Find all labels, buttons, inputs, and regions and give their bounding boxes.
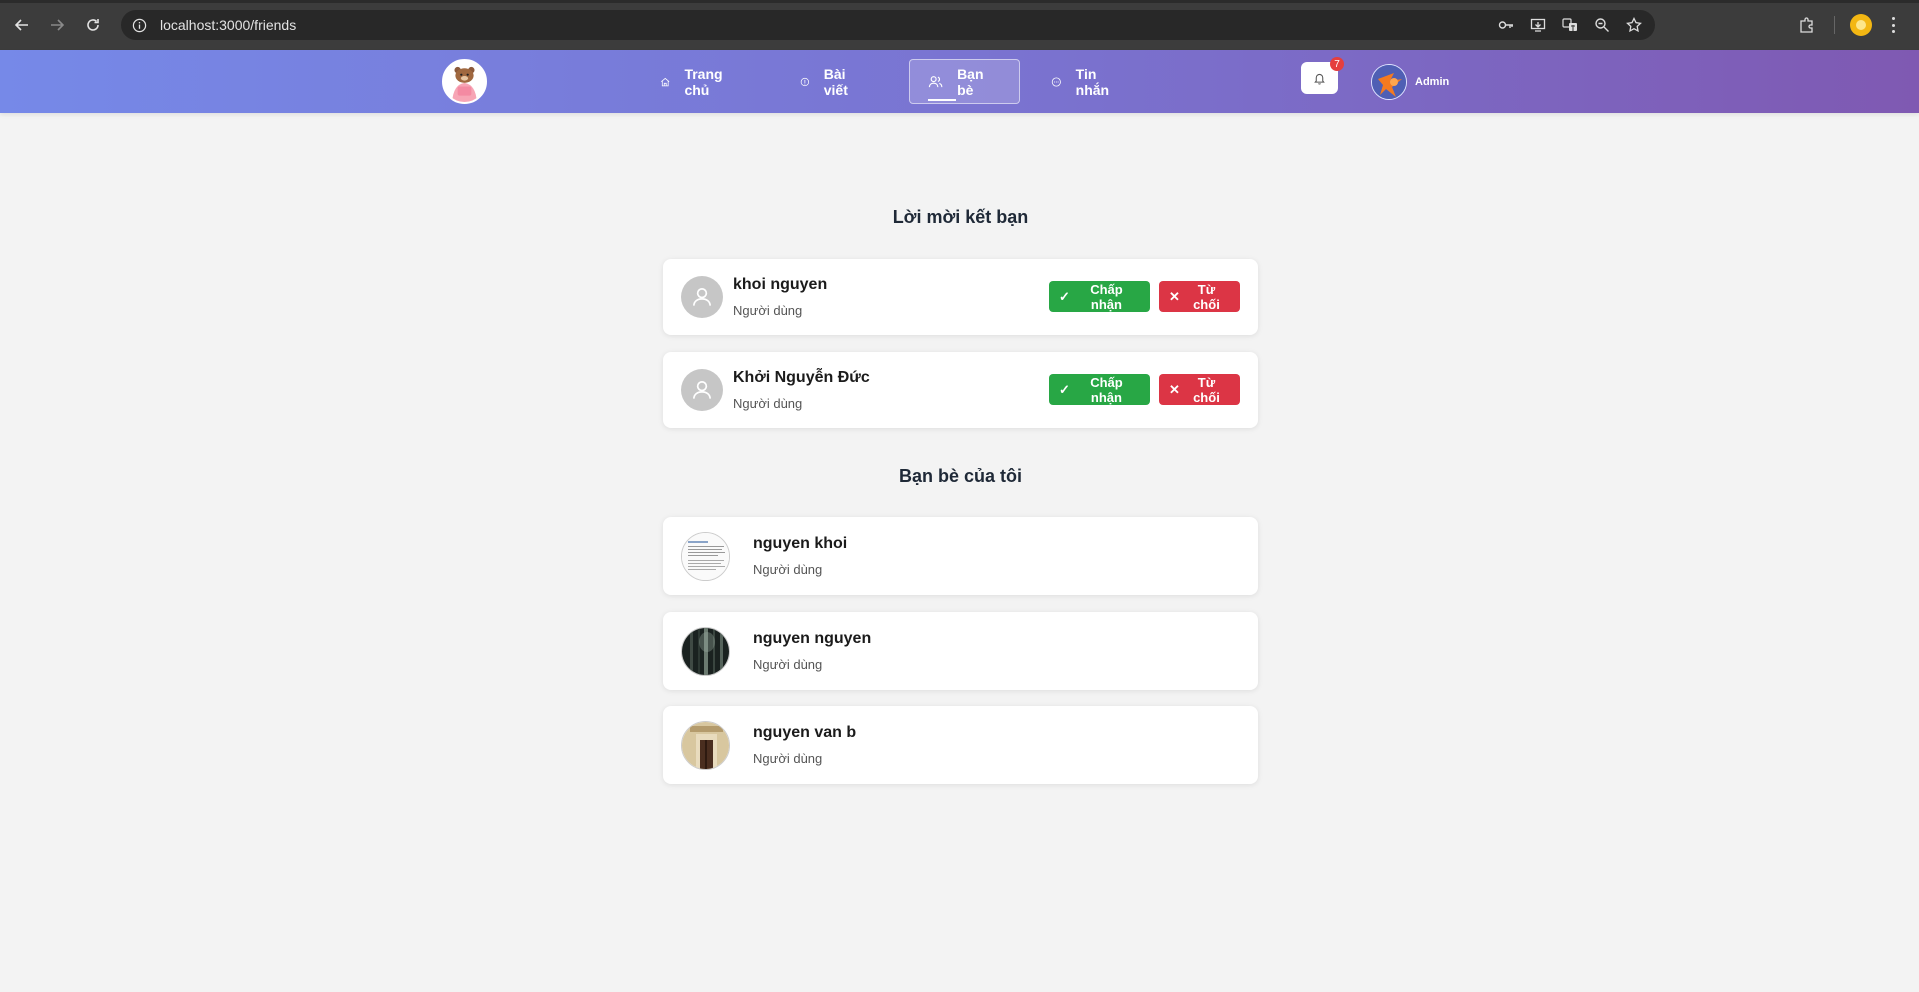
request-role: Người dùng [733,396,803,411]
back-icon[interactable] [9,12,35,38]
accept-button[interactable]: ✓ Chấp nhận [1049,374,1150,405]
toolbar-separator [1834,16,1835,34]
document-thumbnail [682,532,729,580]
close-icon: ✕ [1169,381,1180,397]
reject-button[interactable]: ✕ Từ chối [1159,374,1240,405]
accept-label: Chấp nhận [1090,374,1123,405]
accept-label: Chấp nhận [1090,281,1123,312]
forest-photo [682,627,729,675]
friend-avatar[interactable] [681,626,730,676]
default-avatar [681,276,723,318]
user-name: Admin [1415,76,1450,88]
bear-logo-icon [444,61,485,102]
friend-card[interactable]: nguyen nguyen Người dùng [663,612,1258,690]
nav-item-home[interactable]: Trang chủ [660,59,728,104]
browser-menu-icon[interactable] [1890,14,1896,36]
friend-avatar[interactable] [681,720,730,770]
nav-item-friends[interactable]: Bạn bè [909,59,1020,104]
nav-label-home: Trang chủ [684,65,723,98]
zoom-icon[interactable] [1593,16,1611,34]
site-info-icon[interactable] [131,17,147,33]
user-silhouette-icon [693,381,711,399]
friend-role: Người dùng [753,751,823,766]
friends-section-title: Bạn bè của tôi [898,466,1023,486]
friend-name[interactable]: nguyen nguyen [753,630,871,648]
site-logo[interactable] [442,59,487,104]
nav-item-messages[interactable]: Tin nhắn [1051,59,1114,104]
friends-icon [928,75,943,87]
user-avatar-image [1372,65,1406,99]
request-name: khoi nguyen [733,276,828,293]
reject-label: Từ chối [1193,374,1220,405]
password-key-icon[interactable] [1497,16,1515,34]
chat-icon [1051,76,1061,87]
doorway-photo [682,721,729,769]
address-bar[interactable]: localhost:3000/friends [121,10,1655,40]
friend-role: Người dùng [753,562,823,577]
reject-label: Từ chối [1193,281,1220,312]
request-name: Khởi Nguyễn Đức [733,369,870,386]
forward-icon[interactable] [44,12,70,38]
accept-button[interactable]: ✓ Chấp nhận [1049,281,1150,312]
install-app-icon[interactable] [1529,16,1547,34]
url-text[interactable]: localhost:3000/friends [160,17,296,33]
default-avatar [681,369,723,411]
check-icon: ✓ [1059,381,1070,397]
friend-name[interactable]: nguyen van b [753,724,856,742]
browser-profile-avatar[interactable] [1850,14,1872,36]
reload-icon[interactable] [80,12,106,38]
check-icon: ✓ [1059,288,1070,304]
request-role: Người dùng [733,303,803,318]
friend-card[interactable]: nguyen khoi Người dùng [663,517,1258,595]
tab-strip [0,0,1919,3]
friend-name[interactable]: nguyen khoi [753,535,847,553]
user-avatar[interactable] [1371,64,1407,100]
user-menu[interactable]: Admin [1371,64,1449,100]
requests-section-title: Lời mời kết bạn [892,207,1029,227]
friend-request-card: Khởi Nguyễn Đức Người dùng ✓ Chấp nhận ✕ T… [663,352,1258,428]
user-silhouette-icon [693,288,711,306]
friend-avatar[interactable] [681,531,730,581]
translate-icon[interactable] [1561,16,1579,34]
home-icon [661,77,670,86]
friend-request-card: khoi nguyen Người dùng ✓ Chấp nhận ✕ Từ ch… [663,259,1258,335]
friend-role: Người dùng [753,657,823,672]
close-icon: ✕ [1169,288,1180,304]
app-header: Trang chủ Bài viết Bạn bè Tin nhắn 7 Adm… [0,50,1919,113]
bookmark-star-icon[interactable] [1625,16,1643,34]
notification-badge: 7 [1330,57,1344,71]
info-icon [800,77,810,86]
bell-icon [1314,73,1325,84]
browser-toolbar: localhost:3000/friends [0,0,1919,50]
nav-label-friends: Bạn bè [957,65,984,98]
nav-label-messages: Tin nhắn [1075,65,1110,98]
reject-button[interactable]: ✕ Từ chối [1159,281,1240,312]
nav-item-posts[interactable]: Bài viết [800,59,854,104]
nav-label-posts: Bài viết [823,65,848,98]
friend-card[interactable]: nguyen van b Người dùng [663,706,1258,784]
extensions-icon[interactable] [1798,16,1816,34]
